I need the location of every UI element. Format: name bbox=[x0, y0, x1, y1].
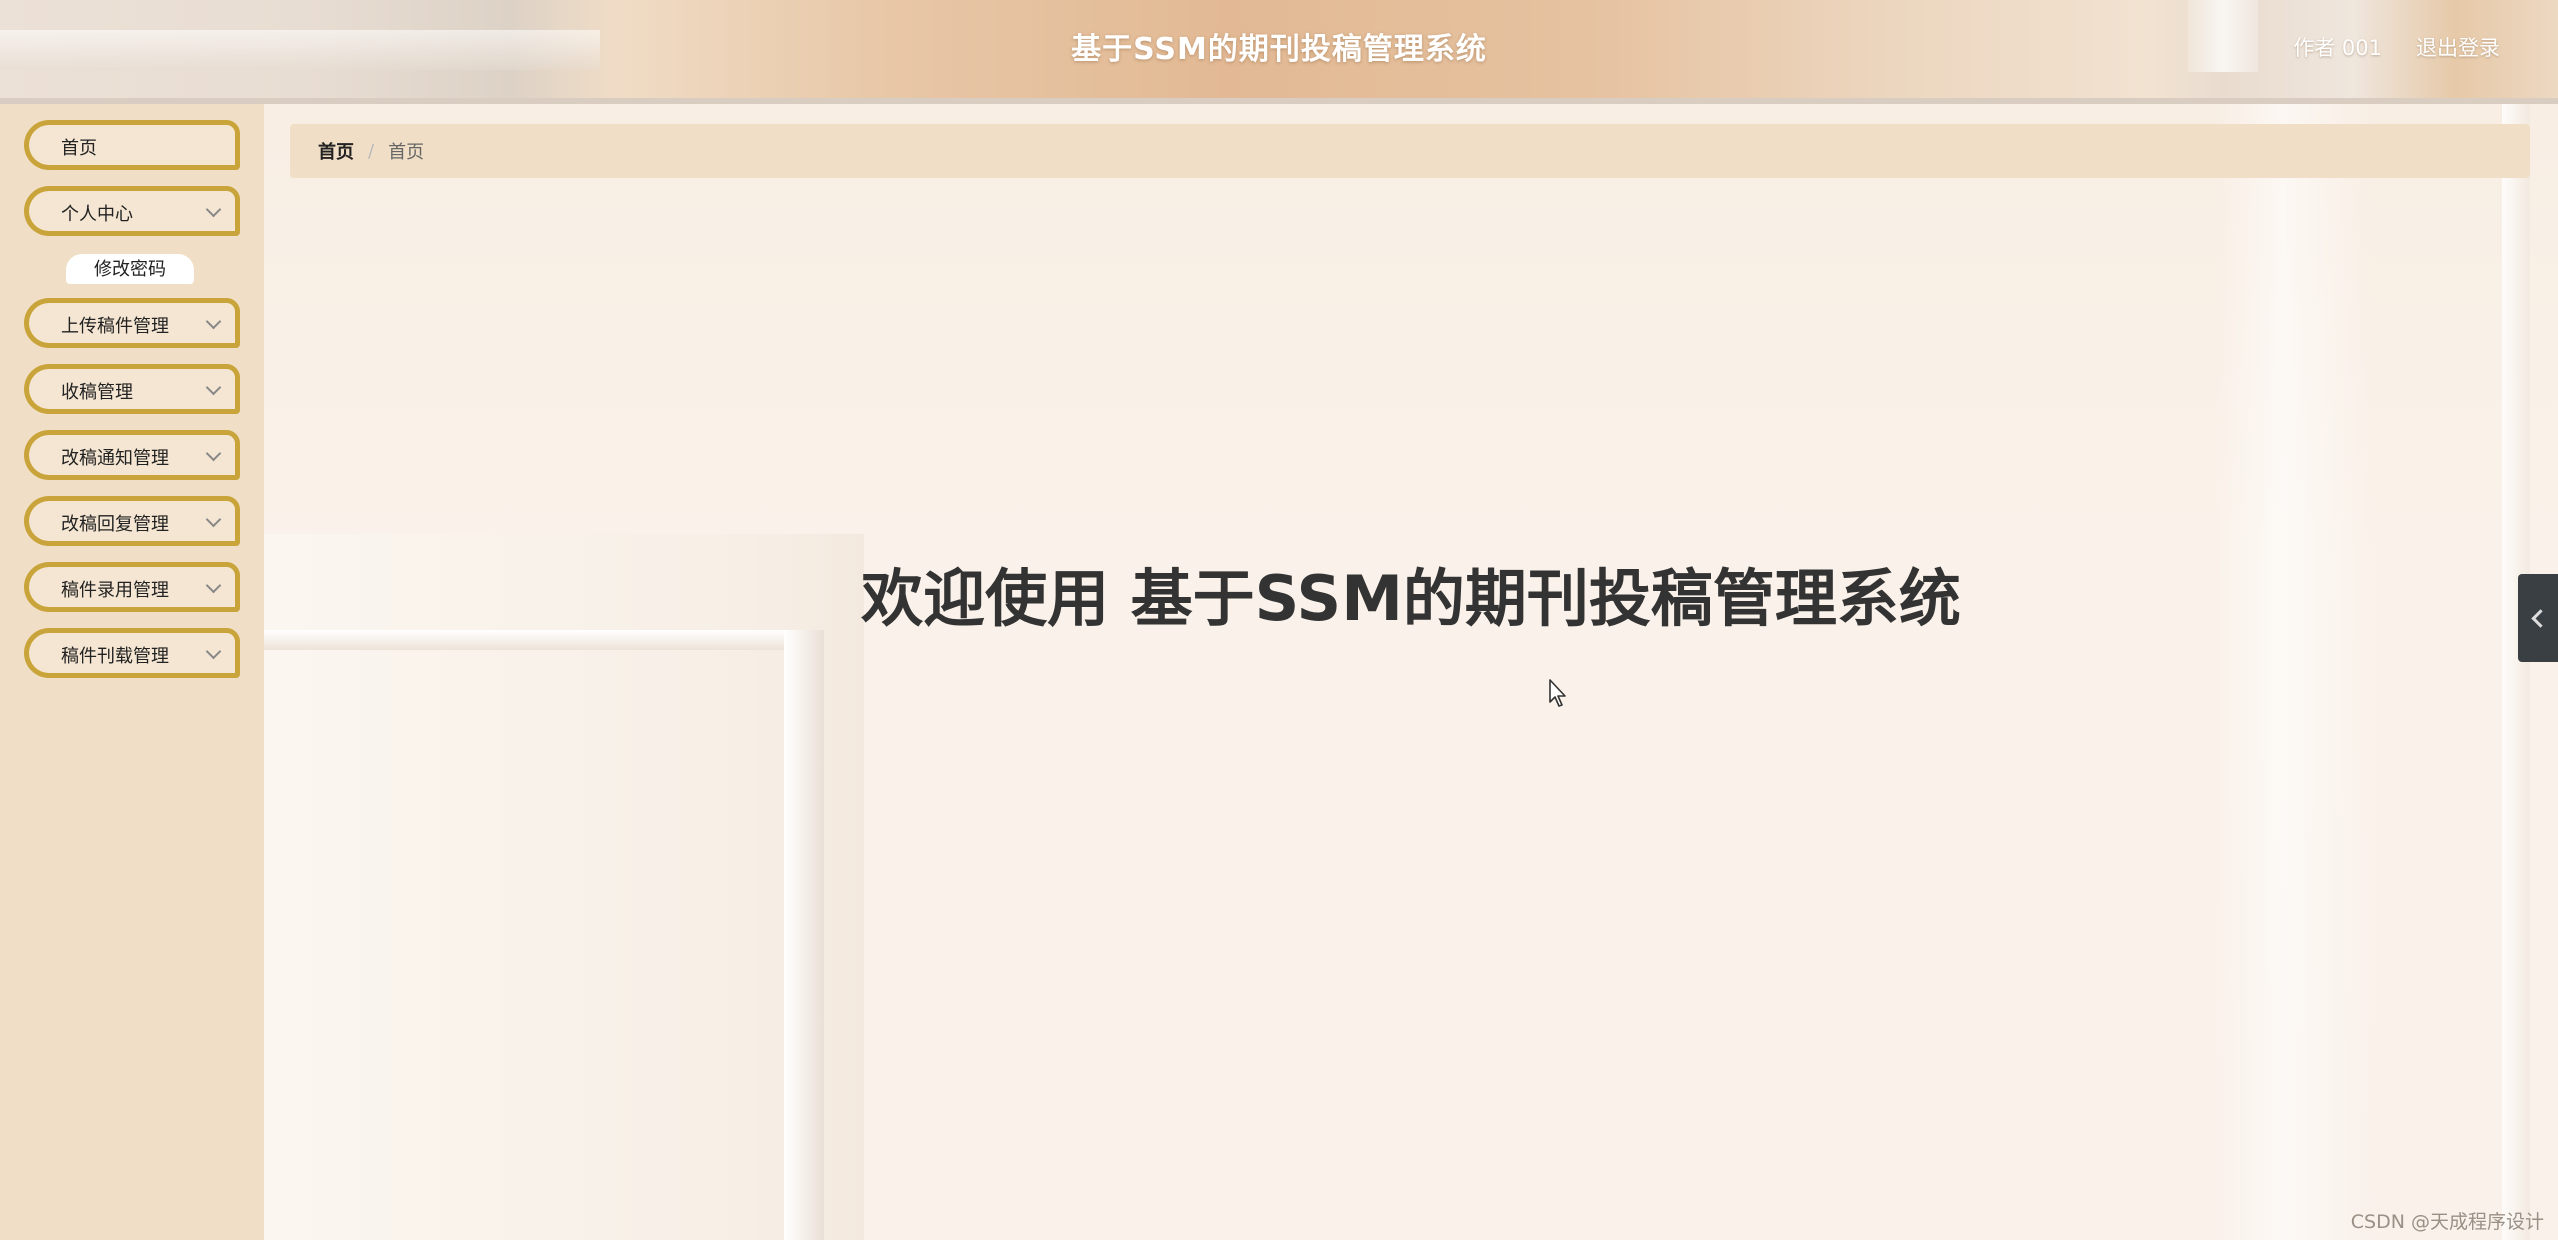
sidebar: 首页 个人中心 修改密码 上传稿件管理 收稿管理 改稿通知管理 改稿回复管理 稿… bbox=[0, 104, 264, 1240]
sidebar-item-label: 首页 bbox=[61, 138, 97, 159]
welcome-heading: 欢迎使用 基于SSM的期刊投稿管理系统 bbox=[861, 562, 1961, 635]
sidebar-item-home[interactable]: 首页 bbox=[24, 120, 240, 170]
sidebar-item-manuscript-acceptance[interactable]: 稿件录用管理 bbox=[24, 562, 240, 612]
collapse-panel-button[interactable] bbox=[2518, 574, 2558, 662]
mouse-cursor-icon bbox=[1549, 679, 1566, 707]
chevron-left-icon bbox=[2531, 609, 2550, 628]
sidebar-item-manuscript-publication[interactable]: 稿件刊载管理 bbox=[24, 628, 240, 678]
chevron-down-icon bbox=[205, 445, 222, 462]
sidebar-item-label: 上传稿件管理 bbox=[61, 316, 169, 337]
chevron-down-icon bbox=[205, 201, 222, 218]
sidebar-item-label: 稿件刊载管理 bbox=[61, 646, 169, 667]
sidebar-item-label: 稿件录用管理 bbox=[61, 580, 169, 601]
sidebar-item-revision-notice[interactable]: 改稿通知管理 bbox=[24, 430, 240, 480]
sidebar-item-label: 收稿管理 bbox=[61, 382, 133, 403]
watermark: CSDN @天成程序设计 bbox=[2350, 1211, 2544, 1233]
sidebar-item-revision-reply[interactable]: 改稿回复管理 bbox=[24, 496, 240, 546]
submenu-item-change-password[interactable]: 修改密码 bbox=[66, 254, 194, 284]
sidebar-item-label: 改稿通知管理 bbox=[61, 448, 169, 469]
sidebar-item-upload-manuscript[interactable]: 上传稿件管理 bbox=[24, 298, 240, 348]
chevron-down-icon bbox=[205, 643, 222, 660]
sidebar-item-receive-manuscript[interactable]: 收稿管理 bbox=[24, 364, 240, 414]
chevron-down-icon bbox=[205, 511, 222, 528]
chevron-down-icon bbox=[205, 313, 222, 330]
chevron-down-icon bbox=[205, 577, 222, 594]
welcome-container: 欢迎使用 基于SSM的期刊投稿管理系统 bbox=[264, 0, 2558, 1240]
sidebar-item-label: 个人中心 bbox=[61, 204, 133, 225]
sidebar-item-personal-center[interactable]: 个人中心 bbox=[24, 186, 240, 236]
sidebar-item-label: 改稿回复管理 bbox=[61, 514, 169, 535]
chevron-down-icon bbox=[205, 379, 222, 396]
